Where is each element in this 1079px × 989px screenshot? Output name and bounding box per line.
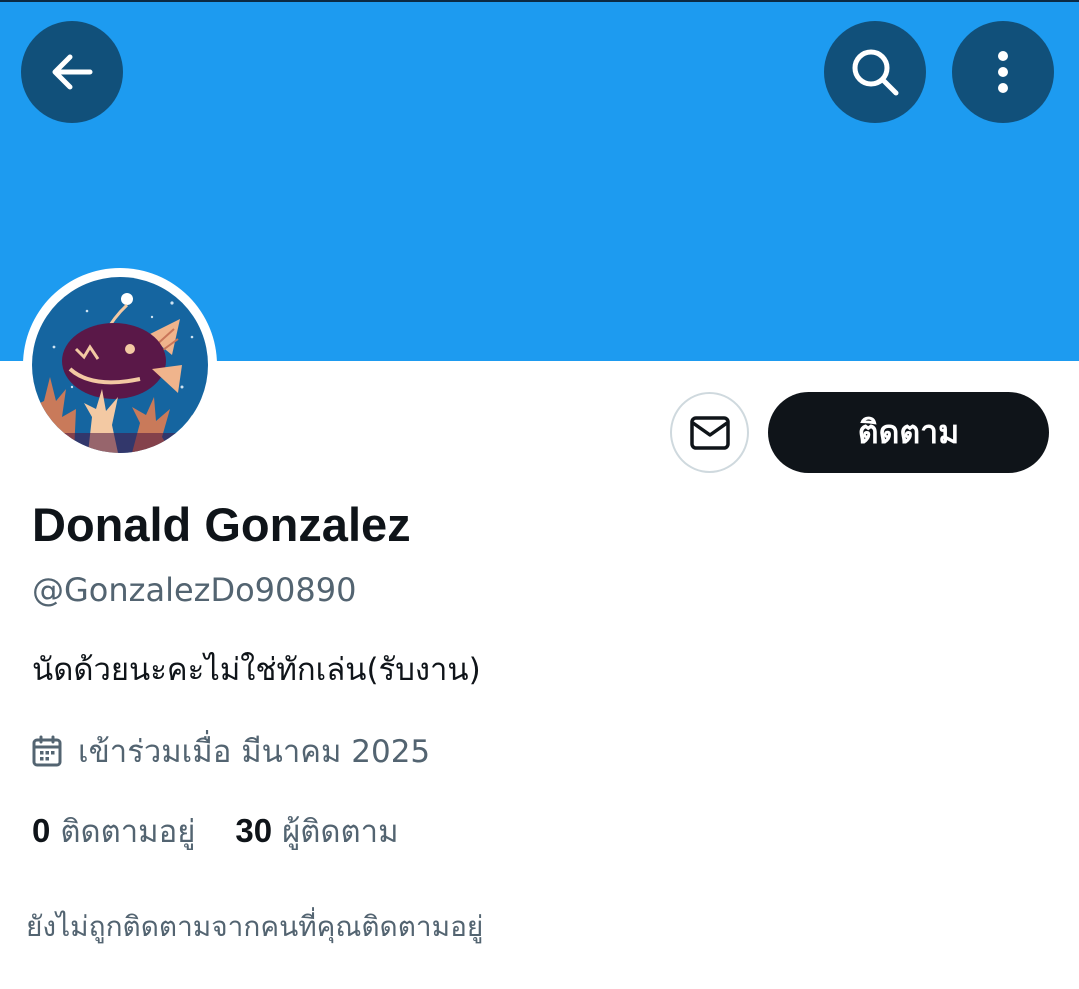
not-followed-note: ยังไม่ถูกติดตามจากคนที่คุณติดตามอยู่ xyxy=(26,910,484,943)
anglerfish-avatar xyxy=(32,277,208,453)
followers-count: 30 xyxy=(235,812,273,849)
message-button[interactable] xyxy=(670,392,749,473)
profile-bio: นัดด้วยนะคะไม่ใช่ทักเล่น(รับงาน) xyxy=(32,652,481,688)
display-name: Donald Gonzalez xyxy=(32,498,411,551)
search-icon xyxy=(852,49,899,96)
more-vertical-icon xyxy=(998,51,1008,93)
arrow-left-icon xyxy=(52,54,93,90)
avatar xyxy=(32,277,208,453)
more-options-button[interactable] xyxy=(952,21,1054,123)
joined-text: เข้าร่วมเมื่อ มีนาคม 2025 xyxy=(78,734,431,770)
user-handle: @GonzalezDo90890 xyxy=(32,571,357,609)
avatar-frame[interactable] xyxy=(23,268,217,462)
following-link[interactable]: 0 ติดตามอยู่ xyxy=(32,806,195,856)
follow-button-label: ติดตาม xyxy=(857,413,960,451)
mail-icon xyxy=(689,415,730,450)
follow-button[interactable]: ติดตาม xyxy=(768,392,1049,473)
calendar-icon xyxy=(32,735,62,767)
followers-link[interactable]: 30 ผู้ติดตาม xyxy=(235,806,398,856)
search-button[interactable] xyxy=(824,21,926,123)
back-button[interactable] xyxy=(21,21,123,123)
joined-date: เข้าร่วมเมื่อ มีนาคม 2025 xyxy=(32,728,430,774)
followers-label: ผู้ติดตาม xyxy=(282,814,399,850)
following-count: 0 xyxy=(32,812,51,849)
follow-stats: 0 ติดตามอยู่ 30 ผู้ติดตาม xyxy=(32,808,399,854)
following-label: ติดตามอยู่ xyxy=(60,814,196,850)
